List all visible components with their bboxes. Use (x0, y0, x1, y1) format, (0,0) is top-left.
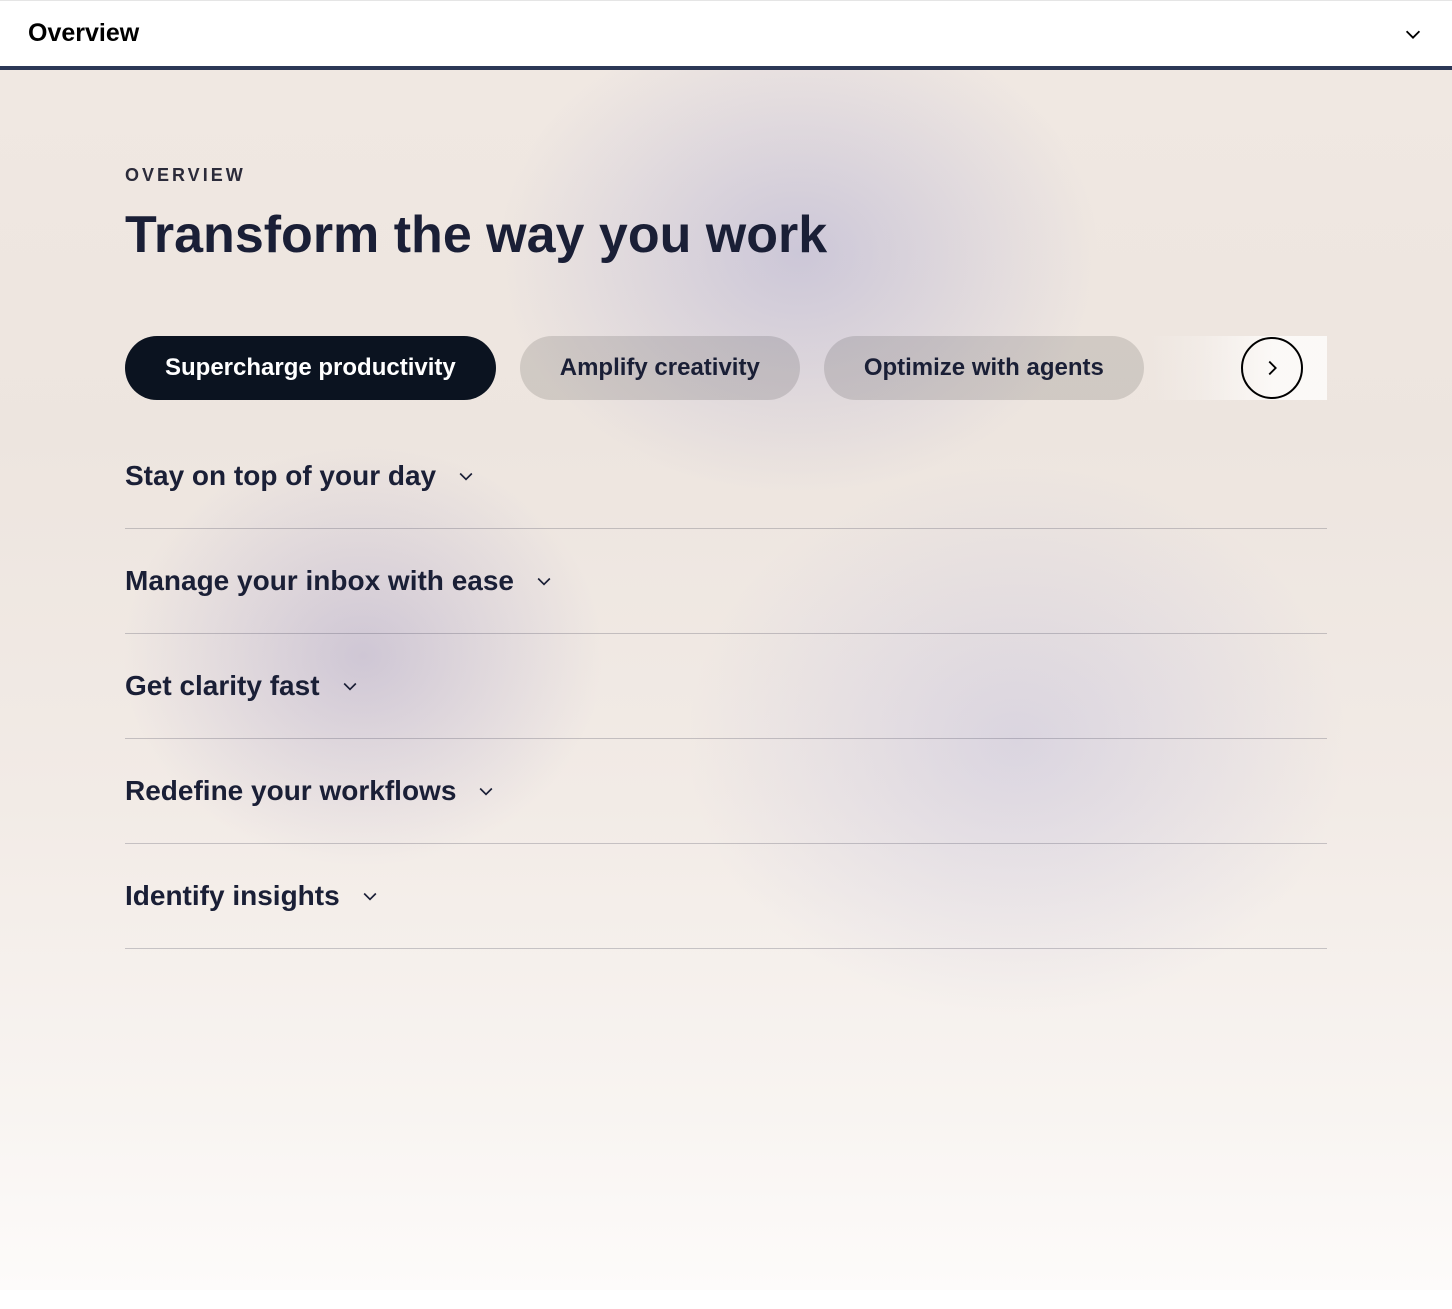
overview-nav-bar[interactable]: Overview (0, 0, 1452, 70)
tab-optimize-with-agents[interactable]: Optimize with agents (824, 336, 1144, 400)
accordion-list: Stay on top of your day Manage your inbo… (125, 460, 1327, 949)
accordion-item-title: Redefine your workflows (125, 775, 456, 807)
accordion-item-title: Manage your inbox with ease (125, 565, 514, 597)
tabs-next-button[interactable] (1241, 337, 1303, 399)
hero-section: OVERVIEW Transform the way you work Supe… (0, 70, 1452, 1290)
accordion-item-identify-insights[interactable]: Identify insights (125, 844, 1327, 949)
chevron-right-icon (1261, 357, 1283, 379)
chevron-down-icon (360, 886, 380, 906)
accordion-item-title: Get clarity fast (125, 670, 320, 702)
page-title: Transform the way you work (125, 206, 1327, 266)
tab-supercharge-productivity[interactable]: Supercharge productivity (125, 336, 496, 400)
chevron-down-icon[interactable] (1402, 23, 1424, 45)
chevron-down-icon (456, 466, 476, 486)
tabs-list: Supercharge productivity Amplify creativ… (125, 336, 1327, 400)
nav-title: Overview (28, 19, 139, 48)
eyebrow-label: OVERVIEW (125, 165, 1327, 186)
accordion-item-title: Stay on top of your day (125, 460, 436, 492)
chevron-down-icon (340, 676, 360, 696)
chevron-down-icon (476, 781, 496, 801)
accordion-item-get-clarity[interactable]: Get clarity fast (125, 634, 1327, 739)
accordion-item-title: Identify insights (125, 880, 340, 912)
tab-amplify-creativity[interactable]: Amplify creativity (520, 336, 800, 400)
chevron-down-icon (534, 571, 554, 591)
accordion-item-manage-inbox[interactable]: Manage your inbox with ease (125, 529, 1327, 634)
tabs-container: Supercharge productivity Amplify creativ… (125, 336, 1327, 400)
accordion-item-redefine-workflows[interactable]: Redefine your workflows (125, 739, 1327, 844)
accordion-item-stay-on-top[interactable]: Stay on top of your day (125, 460, 1327, 529)
